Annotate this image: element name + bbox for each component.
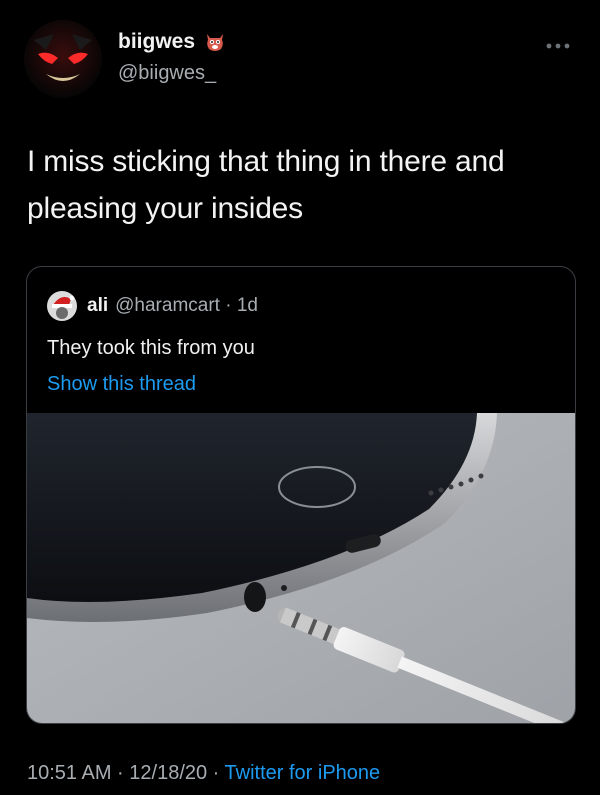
santa-hat-avatar-icon — [47, 291, 77, 321]
tweet-meta: 10:51 AM · 12/18/20 · Twitter for iPhone — [27, 762, 380, 785]
quoted-tweet-card[interactable]: ali @haramcart · 1d They took this from … — [26, 266, 576, 724]
author-name-row[interactable]: biigwes — [118, 30, 227, 54]
tweet: biigwes @biigwes_ I miss sticking that t… — [0, 0, 600, 795]
show-thread-link[interactable]: Show this thread — [47, 373, 196, 396]
headphone-jack-photo-icon[interactable] — [27, 413, 575, 723]
tweet-source-link[interactable]: Twitter for iPhone — [225, 762, 381, 784]
tweet-text: I miss sticking that thing in there and … — [27, 145, 505, 225]
tweet-timestamp[interactable]: 10:51 AM · 12/18/20 · — [27, 762, 225, 784]
quoted-tweet-header: ali @haramcart · 1d — [47, 291, 258, 321]
quoted-handle-time: @haramcart · 1d — [115, 295, 258, 316]
quoted-display-name: ali — [87, 295, 109, 316]
oni-mask-icon — [203, 30, 227, 54]
quoted-tweet-text: They took this from you — [47, 337, 255, 359]
more-options-icon[interactable] — [545, 38, 571, 49]
devil-avatar-icon[interactable] — [24, 20, 102, 98]
author-handle[interactable]: @biigwes_ — [118, 62, 216, 85]
author-display-name[interactable]: biigwes — [118, 30, 195, 54]
